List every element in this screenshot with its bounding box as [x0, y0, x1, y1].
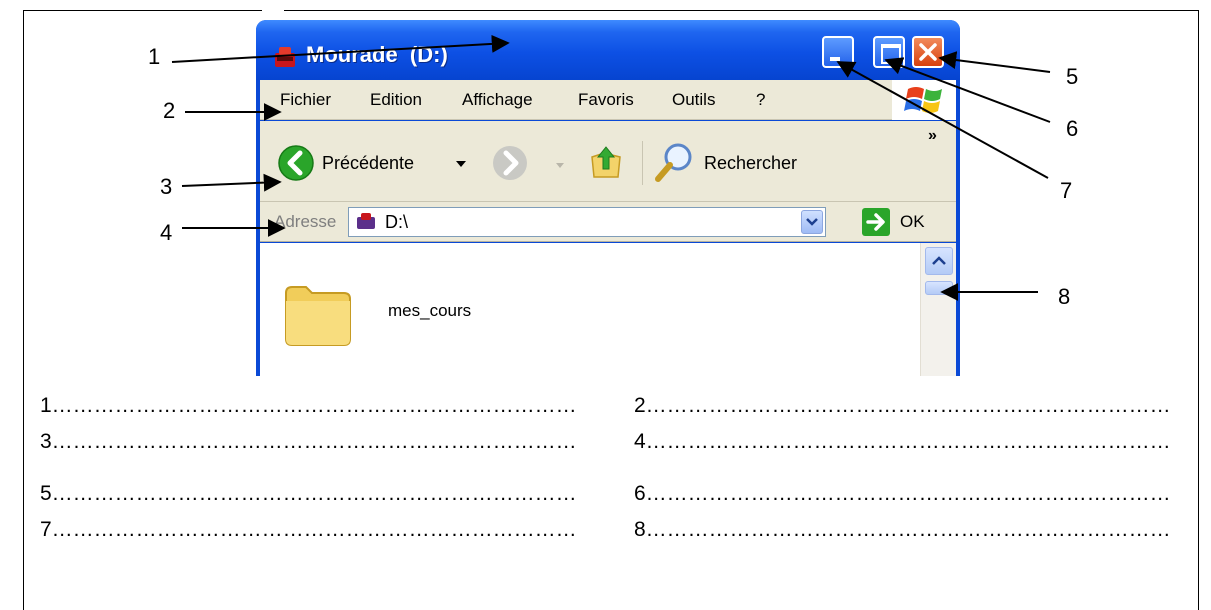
callout-arrow-5 [938, 51, 1051, 73]
answer-line-8: 8………………………………………………………………… [634, 518, 1171, 541]
answer-line-4: 4………………………………………………………………… [634, 430, 1171, 453]
callout-arrow-7 [836, 61, 1049, 179]
callout-label-8: 8 [1058, 284, 1071, 309]
callout-label-7: 7 [1060, 178, 1073, 203]
callout-label-1: 1 [148, 44, 161, 69]
callout-label-3: 3 [160, 174, 173, 199]
answer-line-6: 6………………………………………………………………… [634, 482, 1171, 505]
callout-arrow-1 [171, 34, 510, 63]
answer-line-1: 1………………………………………………………………… [40, 394, 577, 417]
answer-line-2: 2………………………………………………………………… [634, 394, 1171, 417]
callout-label-4: 4 [160, 220, 173, 245]
callout-arrow-3 [181, 173, 282, 192]
callout-label-6: 6 [1066, 116, 1079, 141]
callout-arrows [171, 34, 1051, 301]
callout-label-2: 2 [163, 98, 176, 123]
answer-line-7: 7………………………………………………………………… [40, 518, 577, 541]
answer-line-3: 3………………………………………………………………… [40, 430, 577, 453]
answer-line-5: 5………………………………………………………………… [40, 482, 577, 505]
callout-label-5: 5 [1066, 64, 1079, 89]
